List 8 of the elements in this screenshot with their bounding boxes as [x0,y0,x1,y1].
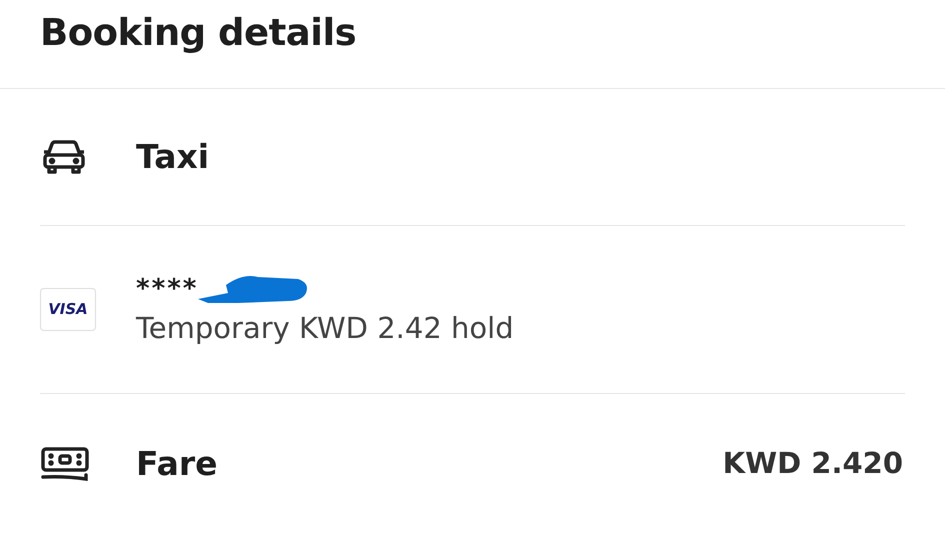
fare-amount: KWD 2.420 [722,445,904,482]
hold-note: Temporary KWD 2.42 hold [136,310,514,346]
fare-label: Fare [136,443,219,486]
visa-card-icon: VISA [40,288,96,331]
page-title: Booking details [40,10,358,56]
service-label: Taxi [136,136,210,178]
banknote-icon [40,446,90,482]
masked-card-number: **** [136,274,198,304]
